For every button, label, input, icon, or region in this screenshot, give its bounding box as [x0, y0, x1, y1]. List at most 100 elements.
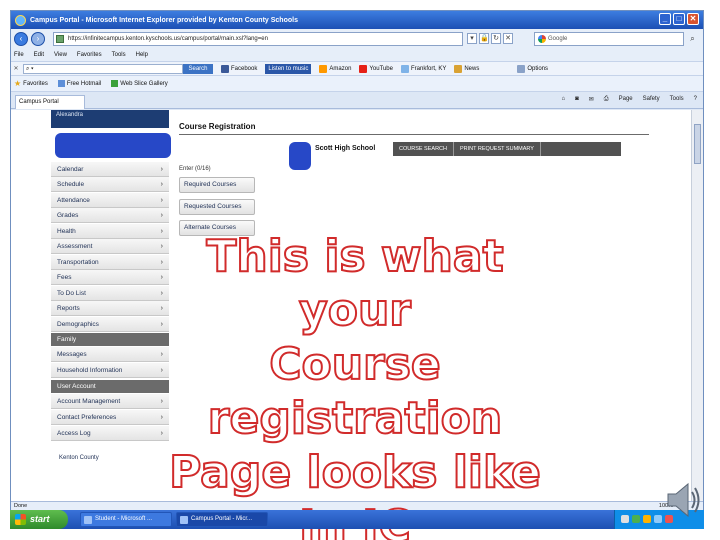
favorites-label[interactable]: Favorites — [23, 81, 48, 87]
sidebar-item-label: Household Information — [57, 367, 123, 374]
toolbar-facebook[interactable]: Facebook — [221, 64, 257, 73]
sidebar-item-label: Schedule — [57, 181, 85, 188]
amazon-label: Amazon — [329, 65, 352, 72]
toolbar-listen[interactable]: Listen to music — [265, 63, 312, 74]
refresh-icon[interactable]: ↻ — [491, 33, 501, 44]
window-icon — [84, 516, 92, 524]
menu-tools[interactable]: Tools — [112, 52, 126, 58]
home-icon[interactable]: ⌂ — [562, 96, 566, 103]
sidebar-item-label: Account Management — [57, 398, 121, 405]
ie-logo-icon — [15, 14, 26, 26]
tab-course-search[interactable]: COURSE SEARCH — [393, 142, 454, 156]
sidebar-item-schedule[interactable]: Schedule › — [51, 177, 169, 192]
tray-icon[interactable] — [632, 515, 640, 523]
school-bar: Scott High School COURSE SEARCH PRINT RE… — [311, 142, 621, 158]
stop-icon[interactable]: ✕ — [503, 33, 513, 44]
sidebar-item-label: Health — [57, 228, 76, 235]
google-placeholder: Google — [548, 36, 568, 42]
overlay-line: This is what your — [205, 230, 504, 337]
back-button[interactable]: ‹ — [14, 32, 28, 46]
maximize-button[interactable]: □ — [673, 13, 685, 25]
tray-icon[interactable] — [654, 515, 662, 523]
forward-button[interactable]: › — [31, 32, 45, 46]
command-bar: ⌂ ◙ ✉ ⎙ Page Safety Tools ? — [562, 96, 697, 103]
taskbar: start Student - Microsoft ... Campus Por… — [10, 510, 704, 529]
close-button[interactable]: ✕ — [687, 13, 699, 25]
page-menu[interactable]: Page — [619, 96, 633, 103]
search-go-icon[interactable]: ⌕ — [686, 33, 699, 45]
favorite-hotmail[interactable]: Free Hotmail — [57, 80, 101, 87]
taskbar-item-campus-portal[interactable]: Campus Portal - Micr... — [176, 512, 268, 527]
toolbar-search-input[interactable]: ⌕ ▾ — [23, 63, 183, 74]
lock-icon[interactable]: 🔒 — [479, 33, 489, 44]
help-icon[interactable]: ? — [694, 96, 697, 103]
menu-favorites[interactable]: Favorites — [77, 52, 102, 58]
mail-icon[interactable]: ✉ — [589, 96, 594, 103]
tab-campus-portal[interactable]: Campus Portal — [15, 95, 85, 109]
favorites-bar: ★ Favorites Free Hotmail Web Slice Galle… — [11, 75, 703, 91]
google-search-input[interactable]: Google — [534, 32, 684, 46]
favorites-star-icon[interactable]: ★ — [14, 79, 21, 88]
toolbar-search-button[interactable]: Search — [183, 63, 213, 74]
toolbar-youtube[interactable]: YouTube — [359, 64, 393, 73]
district-link[interactable]: Kenton County — [59, 455, 99, 461]
menu-help[interactable]: Help — [136, 52, 148, 58]
sidebar-item-attendance[interactable]: Attendance › — [51, 193, 169, 208]
print-icon[interactable]: ⎙ — [604, 96, 609, 103]
annotation-overlay: This is what your Course registration Pa… — [150, 230, 560, 540]
redaction-mark — [55, 133, 171, 158]
start-button[interactable]: start — [10, 510, 68, 529]
sidebar-item-label: Calendar — [57, 166, 84, 173]
favorite-webslice[interactable]: Web Slice Gallery — [111, 80, 168, 87]
toolbar-news[interactable]: News — [454, 64, 480, 73]
required-courses-button[interactable]: Required Courses — [179, 177, 255, 193]
scrollbar-thumb[interactable] — [694, 124, 701, 164]
enter-count-label: Enter (0/16) — [179, 166, 211, 172]
youtube-label: YouTube — [369, 65, 393, 72]
url-field[interactable]: https://infinitecampus.kenton.kyschools.… — [53, 32, 463, 46]
school-tabs: COURSE SEARCH PRINT REQUEST SUMMARY — [393, 142, 621, 156]
vertical-scrollbar[interactable] — [691, 110, 703, 501]
url-text: https://infinitecampus.kenton.kyschools.… — [68, 36, 268, 42]
news-label: News — [464, 65, 480, 72]
google-icon — [538, 35, 546, 43]
sidebar-item-label: Attendance — [57, 197, 90, 204]
tools-menu[interactable]: Tools — [670, 96, 684, 103]
weather-icon — [400, 64, 409, 73]
sidebar-item-label: Grades — [57, 212, 79, 219]
minimize-button[interactable]: _ — [659, 13, 671, 25]
requested-courses-button[interactable]: Requested Courses — [179, 199, 255, 215]
toolbar-close-icon[interactable]: ✕ — [11, 65, 21, 72]
tray-icon[interactable] — [643, 515, 651, 523]
compat-view-icon[interactable]: ▾ — [467, 33, 477, 44]
toolbar-amazon[interactable]: Amazon — [319, 64, 352, 73]
toolbar-weather[interactable]: Frankfort, KY — [400, 64, 447, 73]
chevron-right-icon: › — [160, 197, 163, 204]
sidebar-item-grades[interactable]: Grades › — [51, 208, 169, 223]
listen-label: Listen to music — [268, 65, 309, 72]
window-title: Campus Portal - Microsoft Internet Explo… — [30, 16, 298, 24]
status-text: Done — [14, 503, 28, 509]
toolbar-options[interactable]: Options — [517, 64, 548, 73]
taskbar-item-student[interactable]: Student - Microsoft ... — [80, 512, 172, 527]
menu-view[interactable]: View — [54, 52, 67, 58]
address-bar: ‹ › https://infinitecampus.kenton.kyscho… — [11, 29, 703, 49]
tab-print-request-summary[interactable]: PRINT REQUEST SUMMARY — [454, 142, 541, 156]
sidebar-item-label: Contact Preferences — [57, 414, 117, 421]
sidebar-item-calendar[interactable]: Calendar › — [51, 162, 169, 177]
menu-edit[interactable]: Edit — [34, 52, 44, 58]
page-icon — [56, 35, 64, 43]
speaker-icon[interactable] — [664, 478, 702, 522]
weather-label: Frankfort, KY — [410, 65, 447, 72]
safety-menu[interactable]: Safety — [643, 96, 660, 103]
sidebar-item-label: Demographics — [57, 321, 99, 328]
menu-file[interactable]: File — [14, 52, 24, 58]
sidebar-item-label: Assessment — [57, 243, 93, 250]
sidebar-item-label: Reports — [57, 305, 80, 312]
feeds-icon[interactable]: ◙ — [575, 96, 579, 103]
sidebar-item-label: To Do List — [57, 290, 86, 297]
overlay-line: Course registration — [207, 338, 503, 445]
tray-icon[interactable] — [621, 515, 629, 523]
chevron-right-icon: › — [160, 166, 163, 173]
menu-bar: File Edit View Favorites Tools Help — [11, 49, 703, 61]
